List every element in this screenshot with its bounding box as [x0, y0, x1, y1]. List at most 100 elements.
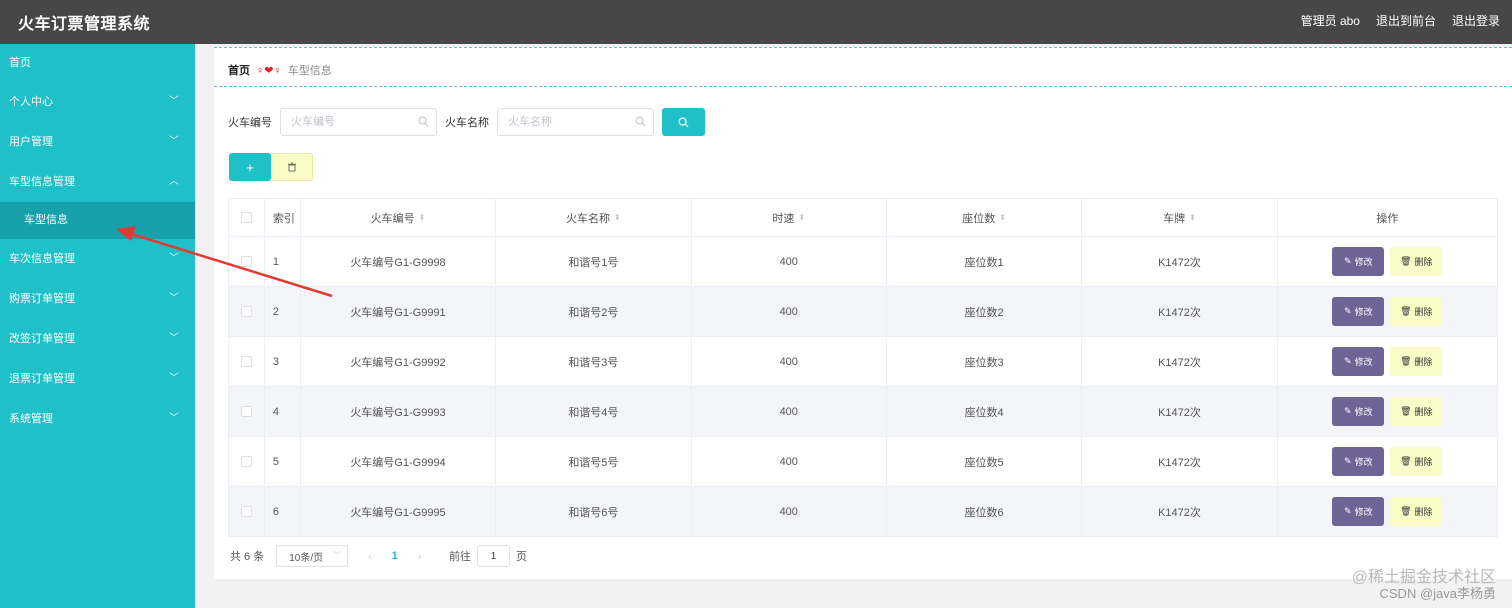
edit-button[interactable]: ✎ 修改	[1332, 247, 1385, 276]
search-form: 火车编号 火车名称	[228, 108, 705, 136]
edit-button[interactable]: ✎ 修改	[1332, 347, 1385, 376]
sidebar-item-train-schedule-management[interactable]: 车次信息管理 ﹀	[0, 239, 195, 279]
edit-button[interactable]: ✎ 修改	[1332, 497, 1385, 526]
edit-button[interactable]: ✎ 修改	[1332, 397, 1385, 426]
page-number[interactable]: 1	[392, 550, 398, 562]
add-button[interactable]: +	[229, 153, 271, 181]
sidebar-item-label: 个人中心	[9, 96, 53, 108]
row-checkbox[interactable]	[240, 306, 252, 317]
page-suffix: 页	[516, 551, 528, 563]
prev-page-button[interactable]: ‹	[368, 551, 371, 562]
goto-page-input[interactable]: 1	[477, 545, 511, 567]
breadcrumb: 首页 ♀❤♀ 车型信息	[228, 62, 332, 78]
edit-icon: ✎	[1344, 306, 1352, 316]
cell-speed: 400	[692, 337, 887, 386]
row-checkbox[interactable]	[240, 356, 252, 367]
search-icon	[418, 116, 429, 127]
header-speed[interactable]: 时速 ⬍	[692, 199, 887, 236]
next-page-button[interactable]: ›	[418, 551, 421, 562]
delete-button[interactable]: 🗑 删除	[1390, 447, 1443, 476]
batch-delete-button[interactable]	[271, 153, 313, 181]
header-label: 车牌	[1163, 212, 1186, 225]
header-label: 时速	[772, 212, 795, 225]
delete-button[interactable]: 🗑 删除	[1390, 247, 1443, 276]
row-select-cell	[228, 337, 265, 386]
sidebar-item-system-management[interactable]: 系统管理 ﹀	[0, 399, 195, 439]
sidebar-item-label: 用户管理	[9, 136, 53, 148]
trash-icon: 🗑	[1400, 406, 1412, 416]
edit-button[interactable]: ✎ 修改	[1332, 447, 1385, 476]
row-index: 6	[265, 487, 301, 536]
select-all-checkbox[interactable]	[240, 212, 252, 223]
page-size-select[interactable]: 10条/页 ﹀	[276, 545, 349, 567]
cell-plate: K1472次	[1082, 287, 1278, 336]
sidebar-item-train-type-management[interactable]: 车型信息管理 ︿	[0, 162, 195, 202]
delete-button[interactable]: 🗑 删除	[1390, 297, 1443, 326]
breadcrumb-home[interactable]: 首页	[228, 62, 250, 78]
watermark-line-2: CSDN @java李杨勇	[1379, 586, 1497, 601]
trash-icon: 🗑	[1400, 306, 1412, 316]
delete-button[interactable]: 🗑 删除	[1390, 397, 1443, 426]
edit-label: 修改	[1354, 357, 1373, 367]
sort-icon[interactable]: ⬍	[614, 213, 621, 222]
plus-icon: +	[246, 159, 254, 175]
sidebar-item-user-management[interactable]: 用户管理 ﹀	[0, 122, 195, 162]
edit-icon: ✎	[1344, 356, 1352, 366]
train-code-input[interactable]	[291, 109, 421, 135]
chevron-down-icon: ﹀	[169, 413, 179, 424]
sidebar-item-personal-center[interactable]: 个人中心 ﹀	[0, 82, 195, 122]
exit-to-front-link[interactable]: 退出到前台	[1376, 12, 1436, 29]
train-code-label: 火车编号	[228, 117, 272, 129]
sidebar-item-train-type-info[interactable]: 车型信息	[0, 202, 195, 239]
sort-icon[interactable]: ⬍	[419, 213, 426, 222]
sort-icon[interactable]: ⬍	[1189, 213, 1196, 222]
row-select-cell	[228, 287, 265, 336]
sidebar-item-change-order-management[interactable]: 改签订单管理 ﹀	[0, 319, 195, 359]
chevron-down-icon: ﹀	[169, 293, 179, 304]
row-index: 5	[265, 437, 301, 486]
sidebar-item-ticket-order-management[interactable]: 购票订单管理 ﹀	[0, 279, 195, 319]
row-actions: ✎ 修改 🗑 删除	[1278, 437, 1498, 486]
header-seats[interactable]: 座位数 ⬍	[887, 199, 1083, 236]
logout-link[interactable]: 退出登录	[1452, 12, 1500, 29]
row-actions: ✎ 修改 🗑 删除	[1278, 387, 1498, 436]
row-checkbox[interactable]	[240, 256, 252, 267]
header-plate[interactable]: 车牌 ⬍	[1082, 199, 1278, 236]
table-row: 4 火车编号G1-G9993 和谐号4号 400 座位数4 K1472次 ✎ 修改 🗑 删除	[228, 387, 1498, 437]
delete-button[interactable]: 🗑 删除	[1390, 347, 1443, 376]
train-name-field[interactable]	[497, 108, 654, 136]
train-code-field[interactable]	[280, 108, 437, 136]
sort-icon[interactable]: ⬍	[999, 213, 1006, 222]
cell-plate: K1472次	[1082, 437, 1278, 486]
cell-code: 火车编号G1-G9998	[301, 237, 497, 286]
header-train-code[interactable]: 火车编号 ⬍	[301, 199, 497, 236]
row-checkbox[interactable]	[240, 506, 252, 517]
header-train-name[interactable]: 火车名称 ⬍	[496, 199, 692, 236]
row-checkbox[interactable]	[240, 456, 252, 467]
cell-name: 和谐号6号	[496, 487, 692, 536]
sidebar-item-home[interactable]: 首页	[0, 44, 195, 82]
sidebar-item-label: 购票订单管理	[9, 293, 75, 305]
header-label: 座位数	[962, 212, 996, 225]
cell-speed: 400	[692, 237, 887, 286]
row-select-cell	[228, 387, 265, 436]
search-button[interactable]	[662, 108, 705, 136]
chevron-down-icon: ﹀	[169, 96, 179, 107]
breadcrumb-separator: ♀❤♀	[256, 64, 282, 77]
delete-button[interactable]: 🗑 删除	[1390, 497, 1443, 526]
breadcrumb-bar: 首页 ♀❤♀ 车型信息	[214, 47, 1512, 87]
edit-button[interactable]: ✎ 修改	[1332, 297, 1385, 326]
cell-code: 火车编号G1-G9993	[301, 387, 497, 436]
header-index: 索引	[265, 199, 301, 236]
delete-label: 删除	[1414, 357, 1433, 367]
sidebar-item-refund-order-management[interactable]: 退票订单管理 ﹀	[0, 359, 195, 399]
chevron-down-icon: ﹀	[169, 373, 179, 384]
cell-name: 和谐号5号	[496, 437, 692, 486]
cell-name: 和谐号4号	[496, 387, 692, 436]
sort-icon[interactable]: ⬍	[798, 213, 805, 222]
header-label: 火车名称	[566, 212, 611, 225]
cell-seats: 座位数1	[887, 237, 1083, 286]
cell-name: 和谐号1号	[496, 237, 692, 286]
row-checkbox[interactable]	[240, 406, 252, 417]
train-name-input[interactable]	[508, 109, 638, 135]
